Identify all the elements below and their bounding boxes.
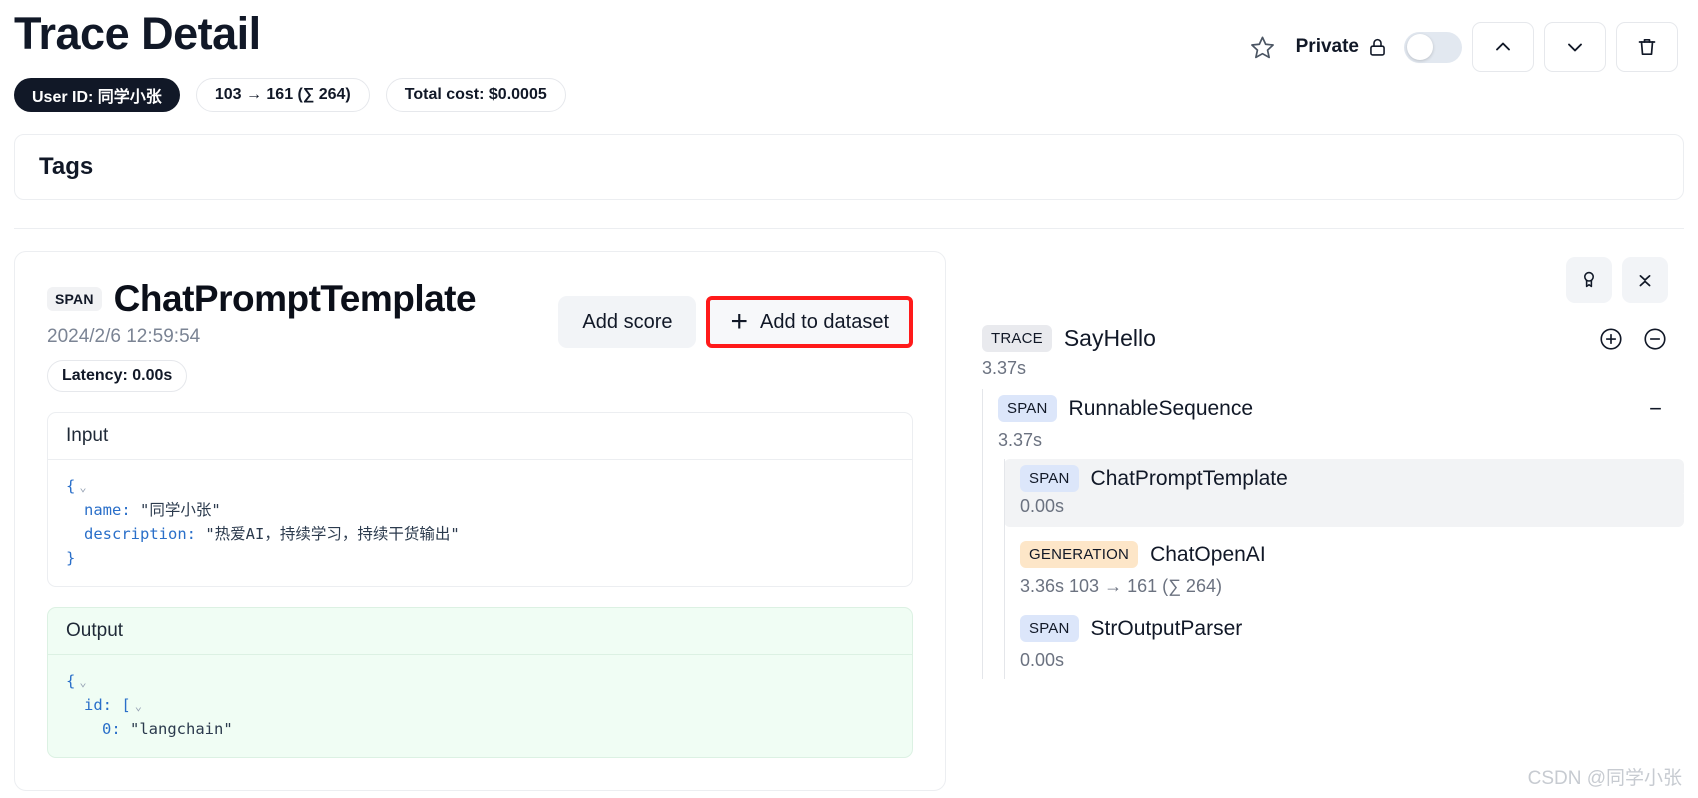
trace-root-duration: 3.37s [960,358,1684,379]
latency-badge: Latency: 0.00s [47,360,187,392]
add-score-button[interactable]: Add score [558,296,696,348]
trace-detail-page: Trace Detail Private [0,0,1698,798]
trace-tree-panel: TRACE SayHello 3.37s [960,251,1684,679]
tree-zoom-controls [1598,326,1684,352]
trash-icon [1635,35,1659,59]
json-line: name: "同学小张" [66,498,894,522]
json-line: {⌄ [66,474,894,498]
delete-trace-button[interactable] [1616,22,1678,72]
tags-card[interactable]: Tags [14,134,1684,200]
add-to-dataset-button[interactable]: + Add to dataset [706,296,913,348]
tree-node-chat-prompt-template: SPAN ChatPromptTemplate 0.00s [1004,459,1684,527]
tree-node-runnable-sequence: SPAN RunnableSequence − 3.37s SPAN ChatP… [982,389,1684,679]
trace-summary-badges: User ID: 同学小张 103 → 161 (∑ 264) Total co… [0,70,1698,112]
trace-tree-toolbar [960,257,1684,303]
output-block: Output {⌄ id: [⌄ 0: "langchain" [47,607,913,758]
trace-root-row[interactable]: TRACE SayHello [960,325,1684,352]
observation-header: SPAN ChatPromptTemplate 2024/2/6 12:59:5… [47,278,913,392]
json-line: description: "热爱AI，持续学习，持续干货输出" [66,522,894,546]
plus-icon: + [730,307,748,337]
observation-detail-card: SPAN ChatPromptTemplate 2024/2/6 12:59:5… [14,251,946,791]
user-id-badge: User ID: 同学小张 [14,78,180,112]
collapse-all-button[interactable] [1642,326,1668,352]
star-icon[interactable] [1244,28,1282,66]
node-type-chip: SPAN [998,395,1057,422]
header-actions: Private [1244,8,1684,72]
ribbon-icon [1578,269,1600,291]
node-duration: 3.37s [982,428,1684,459]
tree-node-chat-openai: GENERATION ChatOpenAI 3.36s 103 → 161 (∑… [1004,535,1684,605]
output-json-viewer[interactable]: {⌄ id: [⌄ 0: "langchain" [48,655,912,757]
privacy-label: Private [1296,36,1359,58]
node-type-chip: SPAN [1020,465,1079,492]
privacy-indicator: Private [1296,36,1388,58]
trace-type-chip: TRACE [982,325,1052,352]
tree-row[interactable]: SPAN RunnableSequence − [982,389,1684,428]
observation-name: ChatPromptTemplate [114,278,476,320]
lock-icon [1367,37,1388,58]
output-block-title: Output [48,608,912,655]
chevron-down-icon [1563,35,1587,59]
observation-type-chip: SPAN [47,287,102,311]
collapse-vertical-icon [1634,269,1656,291]
input-block-title: Input [48,413,912,460]
chevron-down-icon[interactable]: ⌄ [79,675,86,689]
minus-circle-icon [1642,326,1668,352]
tree-rail [1004,459,1005,679]
main-content: SPAN ChatPromptTemplate 2024/2/6 12:59:5… [0,229,1698,791]
node-name: StrOutputParser [1091,617,1243,641]
node-name: ChatOpenAI [1150,543,1266,567]
watermark: CSDN @同学小张 [1528,763,1682,790]
json-line: } [66,546,894,570]
expand-all-button[interactable] [1598,326,1624,352]
tree-rail [982,389,983,679]
bookmark-button[interactable] [1566,257,1612,303]
input-block: Input {⌄ name: "同学小张" description: "热爱AI… [47,412,913,587]
node-duration: 0.00s [1004,648,1684,679]
tags-title: Tags [39,153,93,181]
chevron-up-icon [1491,35,1515,59]
tree-children: SPAN ChatPromptTemplate 0.00s GENERATION… [1004,459,1684,679]
node-name: ChatPromptTemplate [1091,467,1288,491]
toggle-knob [1407,34,1433,60]
json-line: 0: "langchain" [66,717,894,741]
chevron-down-icon[interactable]: ⌄ [135,699,142,713]
json-line: {⌄ [66,669,894,693]
previous-trace-button[interactable] [1472,22,1534,72]
chevron-down-icon[interactable]: ⌄ [79,480,86,494]
collapse-panel-button[interactable] [1622,257,1668,303]
page-title: Trace Detail [14,8,261,60]
token-usage-badge: 103 → 161 (∑ 264) [196,78,370,112]
node-collapse-toggle[interactable]: − [1649,396,1674,422]
node-name: RunnableSequence [1069,397,1254,421]
node-type-chip: SPAN [1020,615,1079,642]
tree-row[interactable]: SPAN ChatPromptTemplate [1004,459,1684,498]
tree-node-str-output-parser: SPAN StrOutputParser 0.00s [1004,609,1684,679]
add-to-dataset-label: Add to dataset [760,311,889,334]
tree-row[interactable]: SPAN StrOutputParser [1004,609,1684,648]
plus-circle-icon [1598,326,1624,352]
total-cost-badge: Total cost: $0.0005 [386,78,566,112]
page-header: Trace Detail Private [0,0,1698,70]
observation-actions: Add score + Add to dataset [558,278,913,348]
observation-timestamp: 2024/2/6 12:59:54 [47,326,476,348]
observation-title-block: SPAN ChatPromptTemplate 2024/2/6 12:59:5… [47,278,476,392]
input-json-viewer[interactable]: {⌄ name: "同学小张" description: "热爱AI，持续学习，… [48,460,912,586]
tree-row[interactable]: GENERATION ChatOpenAI [1004,535,1684,574]
json-line: id: [⌄ [66,693,894,717]
next-trace-button[interactable] [1544,22,1606,72]
node-type-chip: GENERATION [1020,541,1138,568]
trace-tree: SPAN RunnableSequence − 3.37s SPAN ChatP… [960,389,1684,679]
privacy-toggle[interactable] [1404,32,1462,63]
node-duration: 3.36s 103 → 161 (∑ 264) [1004,574,1684,605]
trace-root-name: SayHello [1064,325,1156,352]
node-duration: 0.00s [1004,494,1684,527]
